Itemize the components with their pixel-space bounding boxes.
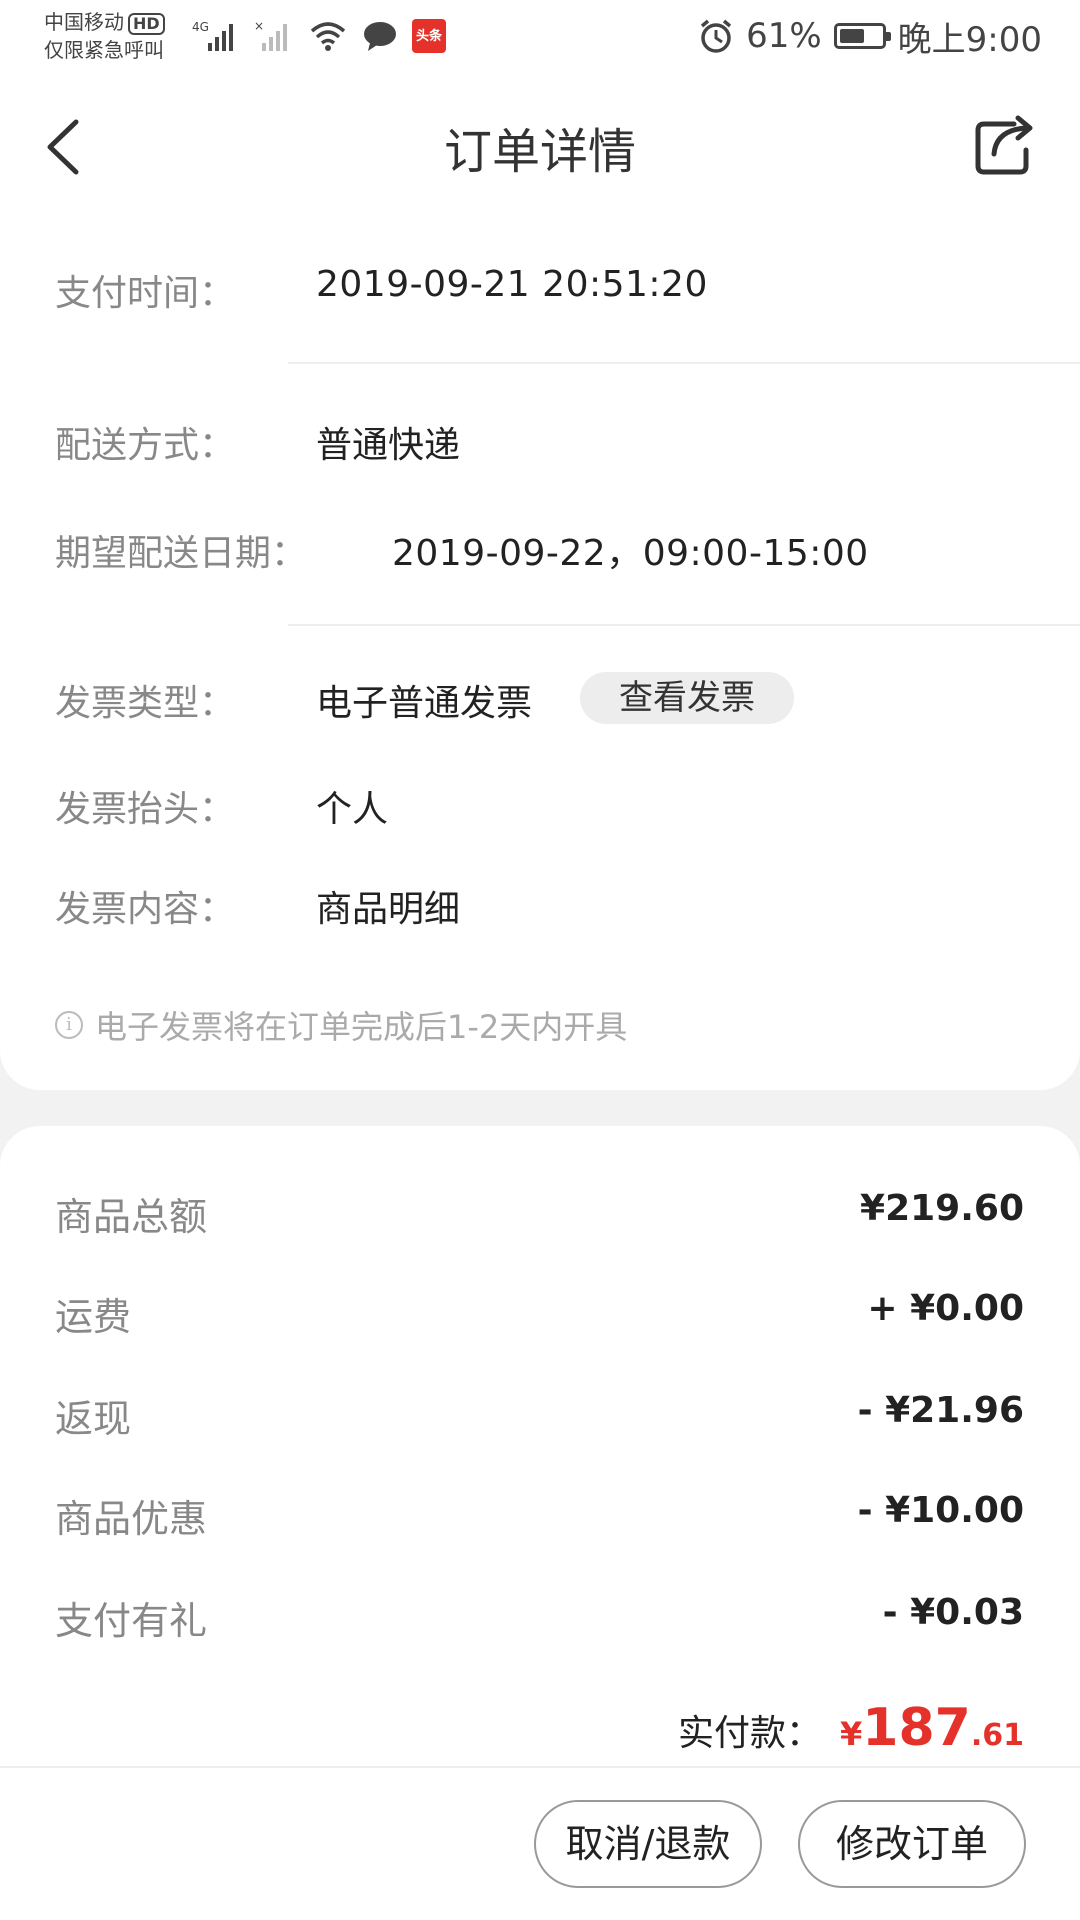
summary-row-value: ¥219.60 bbox=[860, 1188, 1024, 1229]
invoice-note: i 电子发票将在订单完成后1-2天内开具 bbox=[55, 1002, 627, 1048]
total-currency: ¥ bbox=[840, 1715, 863, 1753]
summary-row-value: - ¥0.03 bbox=[882, 1592, 1024, 1633]
news-badge-text: 头条 bbox=[416, 28, 443, 44]
expected-date-label: 期望配送日期： bbox=[55, 533, 308, 574]
invoice-note-text: 电子发票将在订单完成后1-2天内开具 bbox=[95, 1008, 628, 1046]
invoice-title-label: 发票抬头： bbox=[55, 789, 236, 830]
hd-badge: HD bbox=[128, 13, 165, 35]
total-paid: 实付款： ¥ 187 .61 bbox=[678, 1698, 1024, 1758]
summary-row-value: + ¥0.00 bbox=[867, 1288, 1024, 1329]
divider bbox=[288, 624, 1080, 626]
total-label: 实付款： bbox=[678, 1713, 823, 1754]
view-invoice-button[interactable]: 查看发票 bbox=[580, 672, 794, 724]
summary-row-label: 商品优惠 bbox=[55, 1497, 208, 1541]
page-title: 订单详情 bbox=[443, 124, 636, 180]
invoice-title-value: 个人 bbox=[316, 789, 389, 830]
status-bar: 中国移动 HD 仅限紧急呼叫 4G × 头条 61% 晚上9:00 bbox=[0, 0, 1080, 72]
modify-order-button[interactable]: 修改订单 bbox=[798, 1800, 1026, 1888]
delivery-method-label: 配送方式： bbox=[55, 425, 236, 466]
signal-no-sim-icon: × bbox=[254, 19, 287, 51]
summary-row-label: 返现 bbox=[55, 1397, 132, 1441]
invoice-type-value: 电子普通发票 bbox=[316, 683, 533, 724]
signal-4g-icon: 4G bbox=[192, 20, 233, 51]
info-icon: i bbox=[55, 1011, 83, 1039]
carrier-name: 中国移动 bbox=[44, 10, 124, 34]
battery-icon bbox=[833, 23, 891, 49]
pay-time-value: 2019-09-21 20:51:20 bbox=[316, 264, 708, 305]
status-icons: 4G × 头条 bbox=[192, 16, 446, 56]
expected-date-value: 2019-09-22，09:00-15:00 bbox=[392, 533, 869, 574]
share-icon[interactable] bbox=[970, 110, 1040, 180]
message-icon bbox=[364, 22, 396, 51]
news-app-icon: 头条 bbox=[412, 19, 446, 53]
battery-percent: 61% bbox=[746, 16, 822, 56]
total-decimal: .61 bbox=[970, 1718, 1024, 1753]
summary-row-label: 支付有礼 bbox=[55, 1599, 208, 1643]
summary-row-label: 商品总额 bbox=[55, 1195, 208, 1239]
invoice-content-value: 商品明细 bbox=[316, 889, 461, 930]
price-summary-card: 商品总额 ¥219.60 运费 + ¥0.00 返现 - ¥21.96 商品优惠… bbox=[0, 1126, 1080, 1920]
cancel-refund-button[interactable]: 取消/退款 bbox=[534, 1800, 762, 1888]
total-integer: 187 bbox=[862, 1698, 971, 1758]
svg-text:×: × bbox=[254, 19, 264, 33]
summary-row-value: - ¥21.96 bbox=[857, 1390, 1024, 1431]
delivery-method-value: 普通快递 bbox=[316, 425, 461, 466]
carrier-info: 中国移动 HD 仅限紧急呼叫 bbox=[44, 8, 165, 64]
invoice-type-label: 发票类型： bbox=[55, 683, 236, 724]
order-details-card: 支付时间： 2019-09-21 20:51:20 配送方式： 普通快递 期望配… bbox=[0, 222, 1080, 1090]
clock: 晚上9:00 bbox=[897, 19, 1042, 60]
summary-row-value: - ¥10.00 bbox=[857, 1490, 1024, 1531]
wifi-icon bbox=[310, 22, 346, 51]
summary-row-label: 运费 bbox=[55, 1295, 132, 1339]
divider bbox=[288, 362, 1080, 364]
pay-time-label: 支付时间： bbox=[55, 273, 236, 314]
status-right: 61% 晚上9:00 bbox=[698, 16, 1042, 60]
nav-bar: 订单详情 bbox=[0, 72, 1080, 222]
alarm-icon bbox=[700, 19, 732, 53]
invoice-content-label: 发票内容： bbox=[55, 889, 236, 930]
divider bbox=[0, 1766, 1080, 1768]
emergency-text: 仅限紧急呼叫 bbox=[44, 38, 164, 62]
network-type: 4G bbox=[192, 20, 209, 34]
